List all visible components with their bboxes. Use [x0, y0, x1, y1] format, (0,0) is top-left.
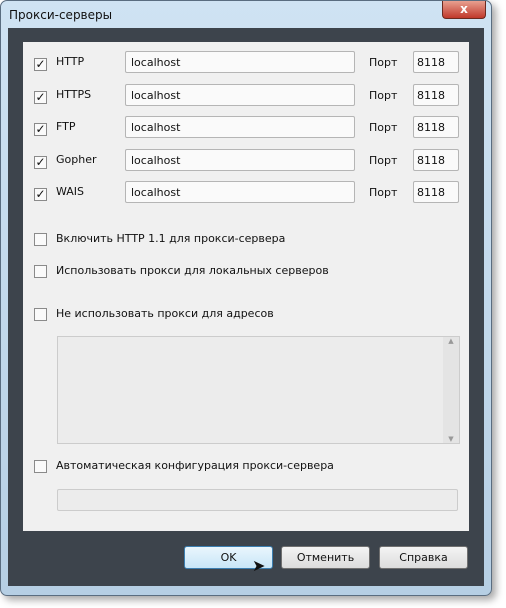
dialog-content: ✓ HTTP localhost Порт 8118 ✓ HTTPS local…: [8, 28, 484, 586]
proxy-label: FTP: [56, 120, 76, 133]
proxy-label: HTTPS: [56, 87, 92, 101]
scroll-down-icon[interactable]: ▼: [443, 435, 459, 443]
proxy-port-input[interactable]: 8118: [413, 83, 459, 106]
mouse-cursor-icon: ➤: [252, 556, 266, 575]
check-icon: ✓: [35, 57, 46, 71]
auto-config-checkbox[interactable]: [34, 460, 47, 473]
proxy-port-input[interactable]: 8118: [413, 181, 459, 203]
cancel-button[interactable]: Отменить: [281, 546, 370, 569]
settings-panel: ✓ HTTP localhost Порт 8118 ✓ HTTPS local…: [23, 42, 469, 531]
proxy-checkbox[interactable]: ✓: [34, 58, 47, 71]
check-icon: ✓: [35, 154, 46, 169]
proxy-label: WAIS: [56, 185, 85, 198]
bypass-label: Не использовать прокси для адресов: [56, 307, 274, 320]
dialog-window: Прокси-серверы x ✓ HTTP localhost Порт 8…: [0, 0, 492, 596]
proxy-port-input[interactable]: 8118: [413, 51, 459, 73]
check-icon: ✓: [35, 122, 46, 136]
proxy-checkbox[interactable]: ✓: [34, 188, 47, 201]
window-title: Прокси-серверы: [9, 8, 113, 22]
check-icon: ✓: [35, 89, 46, 104]
proxy-checkbox[interactable]: ✓: [34, 123, 47, 136]
http11-label: Включить HTTP 1.1 для прокси-сервера: [56, 232, 286, 245]
local-label: Использовать прокси для локальных сервер…: [56, 264, 329, 277]
proxy-port-input[interactable]: 8118: [413, 116, 459, 138]
proxy-host-input[interactable]: localhost: [125, 148, 355, 171]
http11-checkbox[interactable]: [34, 233, 47, 246]
scroll-up-icon[interactable]: ▲: [443, 337, 459, 345]
help-button[interactable]: Справка: [379, 546, 468, 569]
auto-config-url-input[interactable]: [57, 489, 458, 511]
close-button[interactable]: x: [442, 1, 486, 19]
check-icon: ✓: [35, 187, 46, 201]
proxy-host-input[interactable]: localhost: [125, 83, 355, 106]
proxy-host-input[interactable]: localhost: [125, 116, 355, 138]
port-label: Порт: [369, 56, 398, 69]
port-label: Порт: [369, 153, 398, 167]
proxy-checkbox[interactable]: ✓: [34, 89, 47, 104]
bypass-checkbox[interactable]: [34, 308, 47, 321]
port-label: Порт: [369, 186, 398, 199]
proxy-host-input[interactable]: localhost: [125, 51, 355, 73]
proxy-label: HTTP: [56, 55, 85, 68]
local-checkbox[interactable]: [34, 265, 47, 278]
proxy-checkbox[interactable]: ✓: [34, 154, 47, 169]
bypass-addresses-textarea[interactable]: ▲ ▼: [57, 336, 460, 444]
proxy-port-input[interactable]: 8118: [413, 148, 459, 171]
port-label: Порт: [369, 88, 398, 102]
port-label: Порт: [369, 121, 398, 134]
proxy-label: Gopher: [56, 152, 97, 166]
scrollbar[interactable]: ▲ ▼: [443, 337, 459, 443]
auto-config-label: Автоматическая конфигурация прокси-серве…: [56, 459, 334, 472]
proxy-host-input[interactable]: localhost: [125, 181, 355, 203]
